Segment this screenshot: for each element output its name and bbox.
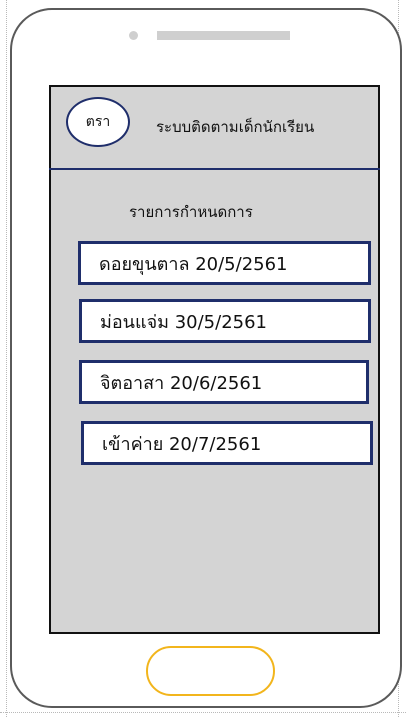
schedule-item-label: เข้าค่าย 20/7/2561 xyxy=(102,433,262,455)
schedule-item-label: จิตอาสา 20/6/2561 xyxy=(100,372,263,394)
camera-icon xyxy=(129,31,138,40)
canvas-guide-bottom xyxy=(0,712,406,713)
app-screen: ตรา ระบบติดตามเด็กนักเรียน รายการกำหนดกา… xyxy=(49,85,380,634)
logo-badge: ตรา xyxy=(66,97,130,147)
speaker-grille xyxy=(157,31,290,40)
schedule-item-button[interactable]: เข้าค่าย 20/7/2561 xyxy=(81,421,373,465)
schedule-list-title: รายการกำหนดการ xyxy=(129,203,253,221)
canvas-guide-left xyxy=(6,0,7,717)
phone-frame: ตรา ระบบติดตามเด็กนักเรียน รายการกำหนดกา… xyxy=(10,8,402,708)
schedule-item-label: ม่อนแจ่ม 30/5/2561 xyxy=(100,311,268,333)
home-button[interactable] xyxy=(146,646,275,696)
header-divider xyxy=(49,168,380,170)
schedule-item-button[interactable]: ดอยขุนตาล 20/5/2561 xyxy=(78,241,371,285)
schedule-item-button[interactable]: ม่อนแจ่ม 30/5/2561 xyxy=(79,299,371,343)
app-title: ระบบติดตามเด็กนักเรียน xyxy=(156,118,315,136)
logo-text: ตรา xyxy=(85,114,111,130)
schedule-item-button[interactable]: จิตอาสา 20/6/2561 xyxy=(79,360,369,404)
schedule-item-label: ดอยขุนตาล 20/5/2561 xyxy=(99,253,288,275)
